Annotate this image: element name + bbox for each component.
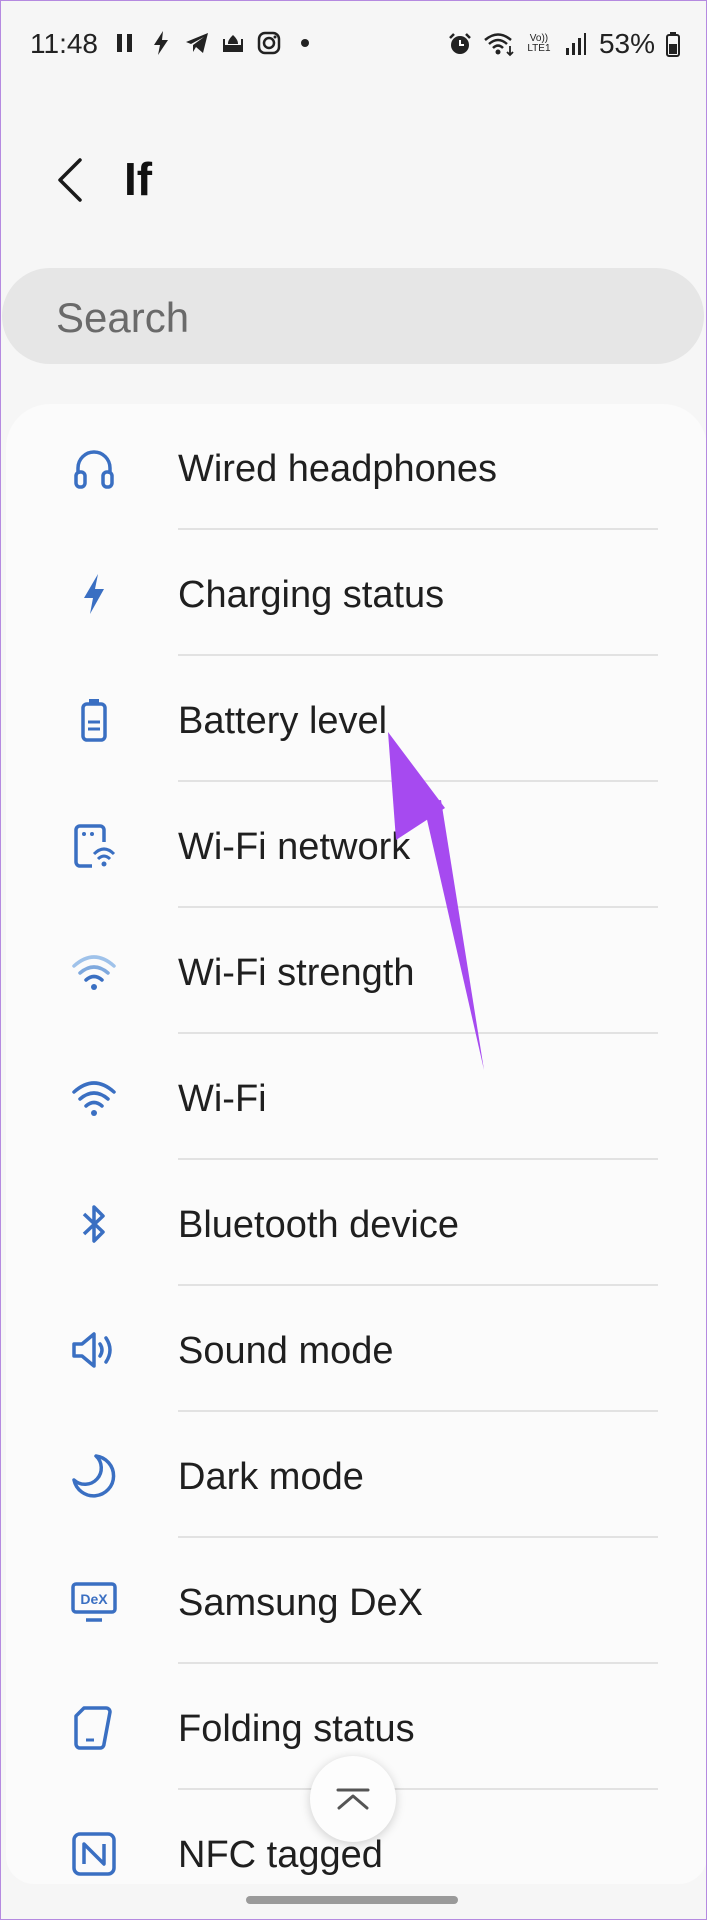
list-item-label: Dark mode (178, 1456, 364, 1498)
list-item-label: Wi-Fi (178, 1078, 267, 1120)
fold-icon (70, 1704, 118, 1752)
list-item-label: Folding status (178, 1708, 415, 1750)
speaker-icon (70, 1326, 118, 1374)
volte-label: Vo)) LTE1 (527, 33, 551, 54)
instagram-icon (256, 30, 282, 56)
list-item-label: Battery level (178, 700, 388, 742)
list-item-label: Bluetooth device (178, 1204, 459, 1246)
dex-icon: DeX (70, 1578, 118, 1626)
wifi-icon (70, 1074, 118, 1122)
dot-icon (292, 30, 318, 56)
bluetooth-icon (70, 1200, 118, 1248)
flash-icon (148, 30, 174, 56)
list-item-wifi-strength[interactable]: Wi-Fi strength (6, 908, 707, 1034)
scroll-up-icon (336, 1788, 370, 1810)
conditions-list: Wired headphones Charging status Battery… (6, 404, 707, 1884)
search-input[interactable]: Search (2, 268, 704, 364)
signal-icon (563, 31, 589, 57)
status-time: 11:48 (30, 28, 98, 59)
list-item-bluetooth-device[interactable]: Bluetooth device (6, 1160, 707, 1286)
list-item-label: Wired headphones (178, 448, 497, 490)
back-button[interactable] (52, 154, 88, 206)
alarm-icon (447, 31, 473, 57)
list-item-label: Samsung DeX (178, 1582, 424, 1624)
list-item-samsung-dex[interactable]: DeX Samsung DeX (6, 1538, 707, 1664)
status-right-icons: Vo)) LTE1 53% (447, 28, 681, 60)
list-item-label: Wi-Fi strength (178, 952, 415, 994)
pause-icon (112, 30, 138, 56)
search-placeholder: Search (56, 294, 190, 341)
wifi-icon (483, 31, 515, 57)
bolt-icon (70, 570, 118, 618)
wifi-network-icon (70, 822, 118, 870)
nfc-icon (70, 1830, 118, 1878)
list-item-dark-mode[interactable]: Dark mode (6, 1412, 707, 1538)
battery-icon (70, 696, 118, 744)
telegram-icon (184, 30, 210, 56)
volte-icon: Vo)) LTE1 (525, 31, 553, 57)
wifi-strength-icon (70, 948, 118, 996)
list-item-wired-headphones[interactable]: Wired headphones (6, 404, 707, 530)
status-bar: 11:48 Vo)) LTE1 53% (0, 0, 707, 92)
chevron-left-icon (58, 158, 82, 202)
header: If (0, 140, 707, 220)
page-title: If (124, 153, 153, 205)
list-item-wifi-network[interactable]: Wi-Fi network (6, 782, 707, 908)
dex-icon-text: DeX (80, 1591, 108, 1607)
status-left-icons (112, 30, 318, 56)
list-item-label: Charging status (178, 574, 445, 616)
list-item-charging-status[interactable]: Charging status (6, 530, 707, 656)
list-item-wifi[interactable]: Wi-Fi (6, 1034, 707, 1160)
moon-icon (70, 1452, 118, 1500)
scroll-to-top-button[interactable] (310, 1756, 396, 1842)
headphones-icon (70, 444, 118, 492)
list-item-sound-mode[interactable]: Sound mode (6, 1286, 707, 1412)
list-item-battery-level[interactable]: Battery level (6, 656, 707, 782)
battery-icon (665, 31, 681, 57)
list-item-label: Wi-Fi network (178, 826, 411, 868)
home-indicator[interactable] (246, 1896, 458, 1904)
mosque-icon (220, 30, 246, 56)
list-item-label: Sound mode (178, 1330, 394, 1372)
battery-percent: 53% (598, 28, 655, 59)
